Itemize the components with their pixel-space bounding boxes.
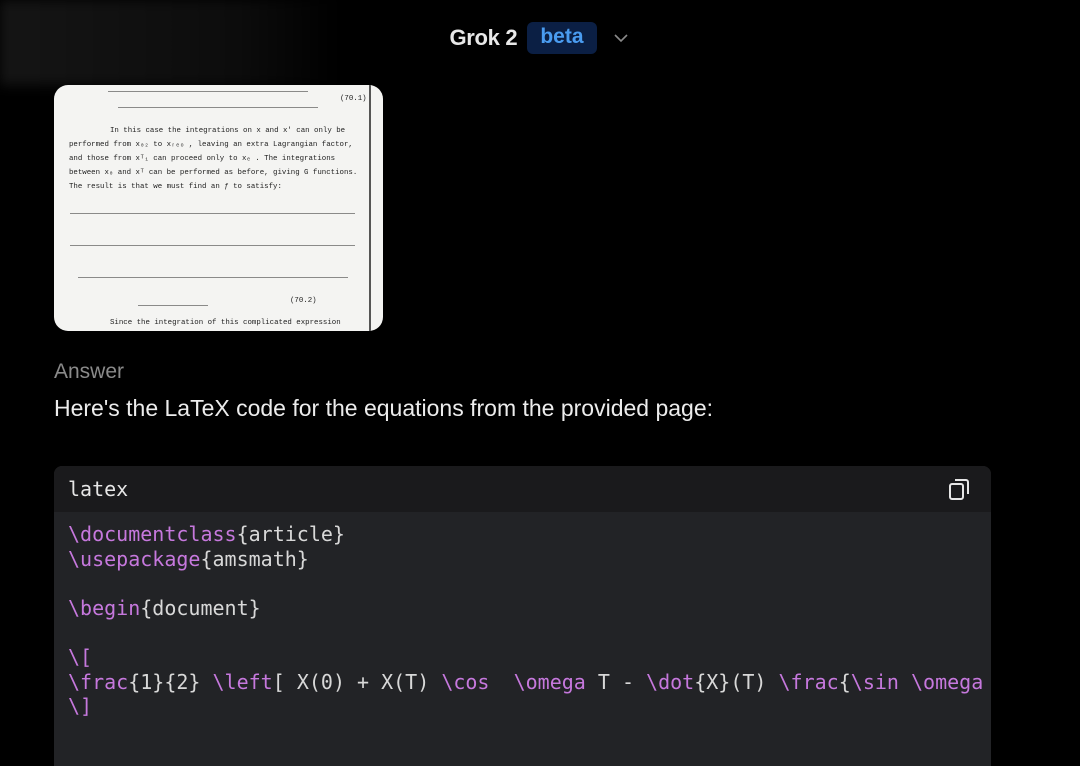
code-keyword: \frac [68,669,129,694]
copy-icon[interactable] [947,477,971,501]
doc-line: and those from xᵀ₁ can proceed only to x… [69,155,336,163]
code-block-header: latex [54,466,991,512]
equation-scribble [70,231,355,246]
doc-line: Since the integration of this complicate… [110,319,341,327]
model-selector[interactable]: Grok 2 beta [0,22,1080,54]
code-text: T - [585,669,647,694]
doc-line: between x₀ and xᵀ can be performed as be… [69,169,358,177]
equation-scribble [70,197,355,214]
code-text: [ X(0) + X(T) [272,669,442,694]
doc-line: In this case the integrations on x and x… [110,127,346,135]
equation-scribble [78,261,348,278]
code-line: \[ [68,645,977,670]
code-language: latex [68,477,129,501]
code-line: \frac{1}{2} \left[ X(0) + X(T) \cos \ome… [68,669,983,695]
code-keyword: \frac [778,669,839,694]
equation-label: (70.2) [290,297,317,305]
model-name: Grok 2 [449,25,518,50]
code-text: {amsmath} [200,546,309,571]
code-text: {document} [140,595,261,620]
equation-scribble [118,97,318,108]
code-keyword: \documentclass [68,522,237,546]
equation-label: (70.1) [340,95,367,103]
answer-label: Answer [54,360,125,383]
code-text: {X}(T) [694,669,779,694]
code-keyword: \] [68,694,93,719]
code-keyword: \left [212,669,273,694]
code-keyword: \dot [646,669,695,694]
code-keyword: \omega [513,669,586,694]
page-edge [369,85,371,331]
attached-image[interactable]: (70.1) In this case the integrations on … [54,85,383,331]
code-line: \usepackage{amsmath} [68,547,977,572]
code-keyword: \[ [68,644,93,669]
code-text: {1}{2} [128,669,213,694]
code-line: \begin{document} [68,596,977,621]
code-keyword: \begin [68,595,141,620]
code-keyword: \cos [441,669,490,694]
code-text: {article} [236,522,345,546]
equation-scribble [138,295,208,306]
chevron-down-icon [613,34,628,43]
code-content[interactable]: \documentclass{article} \usepackage{amsma… [54,512,991,729]
answer-text: Here's the LaTeX code for the equations … [54,395,714,421]
code-text: { [838,669,851,694]
beta-badge: beta [527,22,597,54]
code-line: \documentclass{article} [68,522,977,547]
doc-line: performed from x₀₂ to xᵣₑₒ , leaving an … [69,141,353,149]
doc-line: The result is that we must find an ƒ to … [69,183,282,191]
code-line: \] [68,694,977,719]
code-keyword: \omega T}{\omega} \right] [911,669,984,694]
code-keyword: \usepackage [68,546,201,571]
equation-scribble [108,85,308,92]
code-keyword: \sin [850,669,899,694]
code-block: latex \documentclass{article} \usepackage… [54,466,991,766]
